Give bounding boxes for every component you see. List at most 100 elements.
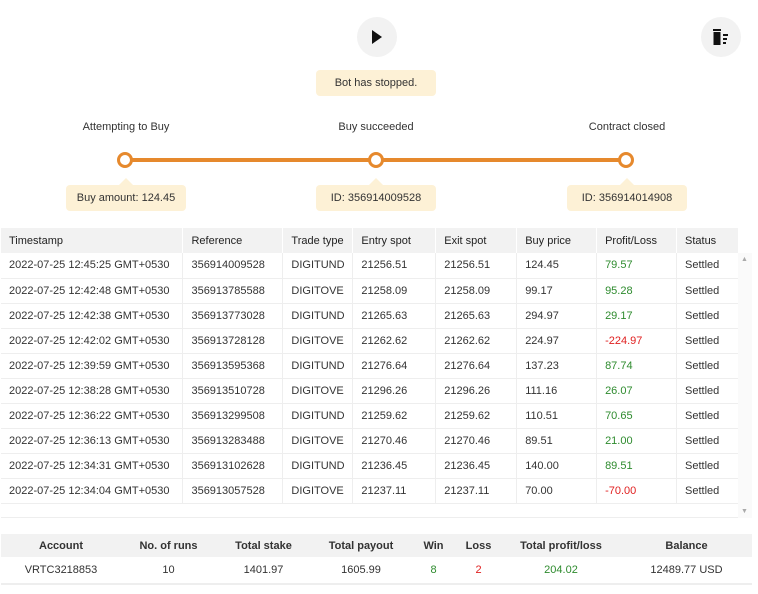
timestamp-cell: 2022-07-25 12:39:59 GMT+0530 [1,353,184,379]
step-label-attempting: Attempting to Buy [82,121,170,133]
entry-spot-cell: 21296.26 [352,378,437,404]
reference-cell: 356913102628 [182,453,284,479]
column-header: Trade type [282,228,354,253]
timestamp-cell: 2022-07-25 12:42:38 GMT+0530 [1,303,184,329]
column-header: Status [676,228,739,253]
summary-header: Loss [456,534,501,557]
summary-header: No. of runs [121,534,216,557]
trade-type-cell: DIGITOVE [282,278,354,304]
run-bot-button[interactable] [357,17,397,57]
exit-spot-cell: 21258.09 [435,278,518,304]
summary-value: 10 [121,557,216,585]
summary-value: 1605.99 [311,557,411,585]
trade-type-cell: DIGITUND [282,453,354,479]
column-header: Profit/Loss [596,228,677,253]
summary-value: 1401.97 [216,557,311,585]
summary-value: VRTC3218853 [1,557,121,585]
exit-spot-cell: 21237.11 [435,478,518,504]
table-row: 2022-07-25 12:34:31 GMT+0530 356913102628… [1,453,739,479]
buy-price-cell: 70.00 [516,478,598,504]
timestamp-cell: 2022-07-25 12:42:02 GMT+0530 [1,328,184,354]
column-header: Exit spot [435,228,518,253]
status-cell: Settled [676,353,739,379]
step-label-buy-succeeded: Buy succeeded [338,121,414,133]
buy-price-cell: 224.97 [516,328,598,354]
table-row: 2022-07-25 12:42:02 GMT+0530 356913728128… [1,328,739,354]
buy-price-cell: 137.23 [516,353,598,379]
summary-value: 2 [456,557,501,585]
trade-type-cell: DIGITUND [282,353,354,379]
bot-status-message: Bot has stopped. [316,70,436,96]
table-row: 2022-07-25 12:39:59 GMT+0530 356913595368… [1,353,739,379]
scrollbar[interactable]: ▲ ▼ [738,253,752,518]
trade-type-cell: DIGITOVE [282,378,354,404]
buy-price-cell: 124.45 [516,253,598,279]
trade-type-cell: DIGITOVE [282,328,354,354]
profit-loss-cell: 79.57 [596,253,677,279]
trade-type-cell: DIGITOVE [282,478,354,504]
summary-table: Account No. of runs Total stake Total payou… [1,534,752,585]
status-cell: Settled [676,478,739,504]
reference-cell: 356913728128 [182,328,284,354]
table-row: 2022-07-25 12:42:48 GMT+0530 356913785588… [1,278,739,304]
status-cell: Settled [676,378,739,404]
entry-spot-cell: 21259.62 [352,403,437,429]
timestamp-cell: 2022-07-25 12:42:48 GMT+0530 [1,278,184,304]
exit-spot-cell: 21236.45 [435,453,518,479]
trade-type-cell: DIGITOVE [282,428,354,454]
scroll-down-icon[interactable]: ▼ [741,508,748,515]
tooltip-arrow [119,178,133,185]
table-row: 2022-07-25 12:34:04 GMT+0530 356913057528… [1,478,739,504]
trash-list-icon [713,29,728,45]
entry-spot-cell: 21262.62 [352,328,437,354]
tooltip-arrow [620,178,634,185]
entry-spot-cell: 21265.63 [352,303,437,329]
profit-loss-cell: -70.00 [596,478,677,504]
status-cell: Settled [676,328,739,354]
buy-amount-info: Buy amount: 124.45 [66,185,186,211]
reference-cell: 356913299508 [182,403,284,429]
column-header: Entry spot [352,228,437,253]
exit-spot-cell: 21256.51 [435,253,518,279]
status-cell: Settled [676,278,739,304]
entry-spot-cell: 21237.11 [352,478,437,504]
summary-header: Total profit/loss [501,534,621,557]
timestamp-cell: 2022-07-25 12:36:22 GMT+0530 [1,403,184,429]
reference-cell: 356914009528 [182,253,284,279]
scroll-up-icon[interactable]: ▲ [741,256,748,263]
reference-cell: 356913595368 [182,353,284,379]
clear-log-button[interactable] [701,17,741,57]
profit-loss-cell: 70.65 [596,403,677,429]
status-cell: Settled [676,453,739,479]
trade-type-cell: DIGITUND [282,253,354,279]
table-spacer [1,503,738,518]
exit-spot-cell: 21270.46 [435,428,518,454]
trade-type-cell: DIGITUND [282,403,354,429]
status-cell: Settled [676,403,739,429]
buy-price-cell: 89.51 [516,428,598,454]
entry-spot-cell: 21236.45 [352,453,437,479]
timestamp-cell: 2022-07-25 12:38:28 GMT+0530 [1,378,184,404]
play-icon [372,30,382,44]
tooltip-arrow [369,178,383,185]
trade-type-cell: DIGITUND [282,303,354,329]
table-row: 2022-07-25 12:36:13 GMT+0530 356913283488… [1,428,739,454]
profit-loss-cell: 26.07 [596,378,677,404]
timestamp-cell: 2022-07-25 12:34:04 GMT+0530 [1,478,184,504]
buy-price-cell: 111.16 [516,378,598,404]
contract-id-info: ID: 356914014908 [567,185,687,211]
table-row: 2022-07-25 12:38:28 GMT+0530 356913510728… [1,378,739,404]
summary-header: Total payout [311,534,411,557]
buy-price-cell: 99.17 [516,278,598,304]
entry-spot-cell: 21270.46 [352,428,437,454]
entry-spot-cell: 21276.64 [352,353,437,379]
summary-header: Total stake [216,534,311,557]
summary-header: Win [411,534,456,557]
profit-loss-cell: 95.28 [596,278,677,304]
buy-price-cell: 140.00 [516,453,598,479]
summary-header: Balance [621,534,752,557]
summary-header: Account [1,534,121,557]
entry-spot-cell: 21258.09 [352,278,437,304]
step-node [117,152,133,168]
reference-cell: 356913785588 [182,278,284,304]
